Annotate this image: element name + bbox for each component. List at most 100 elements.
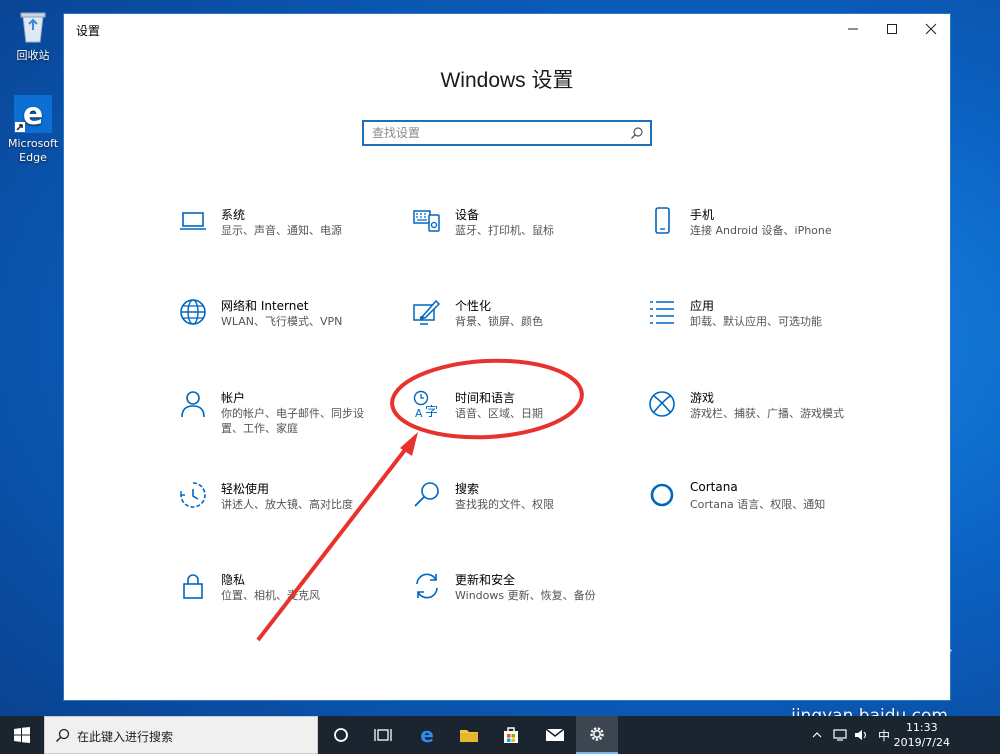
tile-phone[interactable]: 手机 连接 Android 设备、iPhone (647, 206, 857, 266)
tile-title: 个性化 (455, 299, 492, 313)
desktop-icon-recycle-bin[interactable]: 回收站 (6, 6, 60, 63)
tile-cortana[interactable]: Cortana Cortana 语言、权限、通知 (647, 480, 857, 540)
tile-devices[interactable]: 设备 蓝牙、打印机、鼠标 (412, 206, 622, 266)
tile-title: 搜索 (455, 482, 480, 496)
window-title: 设置 (76, 24, 101, 38)
svg-text:e: e (420, 725, 434, 745)
settings-search-input[interactable] (364, 122, 622, 144)
person-icon (178, 389, 208, 419)
svg-text:A: A (415, 407, 423, 419)
globe-icon (178, 297, 208, 327)
gear-icon (590, 727, 604, 741)
tile-system[interactable]: 系统 显示、声音、通知、电源 (178, 206, 388, 266)
tile-description: 蓝牙、打印机、鼠标 (455, 224, 554, 237)
magnifier-icon (412, 480, 442, 510)
title-bar[interactable]: 设置 (64, 14, 950, 44)
page-title: Windows 设置 (440, 69, 574, 92)
xbox-icon (647, 389, 677, 419)
search-icon (55, 728, 70, 743)
tray-volume[interactable] (852, 716, 872, 754)
phone-icon (647, 206, 677, 236)
mail-icon (545, 728, 565, 741)
ease-of-access-icon (178, 480, 208, 510)
store-bag-icon (504, 727, 518, 743)
tile-search[interactable]: 搜索 查找我的文件、权限 (412, 480, 622, 540)
tile-title: 网络和 Internet (221, 299, 309, 313)
tile-description: 讲述人、放大镜、高对比度 (221, 498, 353, 511)
tile-network[interactable]: 网络和 Internet WLAN、飞行模式、VPN (178, 297, 388, 357)
tile-description: 位置、相机、麦克风 (221, 589, 320, 602)
tile-description: 显示、声音、通知、电源 (221, 224, 342, 237)
clock-date: 2019/7/24 (893, 736, 950, 749)
tile-privacy[interactable]: 隐私 位置、相机、麦克风 (178, 571, 388, 631)
taskbar-settings-button[interactable] (576, 716, 618, 754)
close-button[interactable] (912, 14, 950, 44)
tile-apps[interactable]: 应用 卸载、默认应用、可选功能 (647, 297, 857, 357)
time-language-icon: A字 (412, 389, 442, 420)
taskbar-clock[interactable]: 11:33 2019/7/24 (894, 720, 950, 750)
maximize-button[interactable] (873, 14, 911, 44)
tile-personalization[interactable]: 个性化 背景、锁屏、颜色 (412, 297, 622, 357)
speaker-icon (855, 730, 867, 740)
task-view-button[interactable] (362, 716, 404, 754)
baidu-watermark-logo: Baidu经验 (862, 644, 950, 665)
tile-description: 背景、锁屏、颜色 (455, 315, 543, 328)
tile-description: 游戏栏、捕获、广播、游戏模式 (690, 407, 844, 420)
tile-description: 连接 Android 设备、iPhone (690, 224, 832, 237)
tile-title: 游戏 (690, 391, 715, 405)
tray-expand-button[interactable] (808, 716, 826, 754)
laptop-icon (178, 206, 208, 236)
search-icon[interactable] (630, 126, 644, 140)
minimize-icon (848, 28, 858, 30)
minimize-button[interactable] (834, 14, 872, 44)
tile-title: 应用 (690, 299, 715, 313)
taskbar-search-placeholder: 在此键入进行搜索 (77, 730, 174, 744)
tile-title: 轻松使用 (221, 482, 270, 496)
start-button[interactable] (0, 716, 44, 754)
taskbar-store-button[interactable] (490, 716, 532, 754)
clock-time: 11:33 (905, 721, 938, 734)
cortana-circle-icon (334, 728, 348, 742)
network-icon (833, 729, 847, 741)
close-icon (925, 23, 937, 35)
cortana-button[interactable] (320, 716, 362, 754)
tile-description: Windows 更新、恢复、备份 (455, 589, 596, 602)
tile-description: 语音、区域、日期 (455, 407, 543, 420)
taskbar-search-box[interactable]: 在此键入进行搜索 (44, 716, 318, 754)
edge-icon: e (420, 725, 434, 745)
tile-accounts[interactable]: 帐户 你的帐户、电子邮件、同步设置、工作、家庭 (178, 389, 388, 449)
tile-description: WLAN、飞行模式、VPN (221, 315, 343, 328)
tile-ease-of-access[interactable]: 轻松使用 讲述人、放大镜、高对比度 (178, 480, 388, 540)
settings-window: 设置 Windows 设置 系统 显示、声音、通知、电源 设备 蓝牙、打印机、鼠… (63, 13, 951, 701)
tile-description: 你的帐户、电子邮件、同步设置、工作、家庭 (221, 407, 364, 435)
edge-icon: e (14, 95, 52, 133)
tile-title: 帐户 (221, 391, 246, 405)
desktop-icon-label: 回收站 (16, 49, 50, 62)
svg-text:字: 字 (425, 405, 438, 419)
tile-title: 时间和语言 (455, 391, 516, 405)
desktop-icon-edge[interactable]: e Microsoft Edge (6, 94, 60, 165)
tile-title: 系统 (221, 208, 246, 222)
taskbar: 在此键入进行搜索 e 中 11:33 2019/7/24 (0, 716, 1000, 754)
taskbar-mail-button[interactable] (534, 716, 576, 754)
tile-title: 手机 (690, 208, 715, 222)
tile-title: 更新和安全 (455, 573, 516, 587)
taskbar-explorer-button[interactable] (448, 716, 490, 754)
folder-icon (460, 730, 478, 742)
tray-ime[interactable]: 中 (874, 716, 894, 754)
sync-icon (412, 571, 442, 601)
devices-icon (412, 206, 442, 236)
tile-gaming[interactable]: 游戏 游戏栏、捕获、广播、游戏模式 (647, 389, 857, 449)
desktop-icon-label: Microsoft Edge (7, 137, 59, 164)
svg-text:e: e (23, 97, 43, 132)
windows-logo-icon (14, 727, 30, 743)
tile-title: 设备 (455, 208, 480, 222)
tile-update-security[interactable]: 更新和安全 Windows 更新、恢复、备份 (412, 571, 622, 631)
settings-search-box[interactable] (362, 120, 652, 146)
apps-list-icon (647, 297, 677, 327)
tile-time-language[interactable]: A字 时间和语言 语音、区域、日期 (412, 389, 622, 449)
taskbar-edge-button[interactable]: e (406, 716, 448, 754)
tile-title: Cortana (690, 480, 738, 494)
tray-network[interactable] (830, 716, 850, 754)
paint-brush-icon (412, 297, 442, 327)
